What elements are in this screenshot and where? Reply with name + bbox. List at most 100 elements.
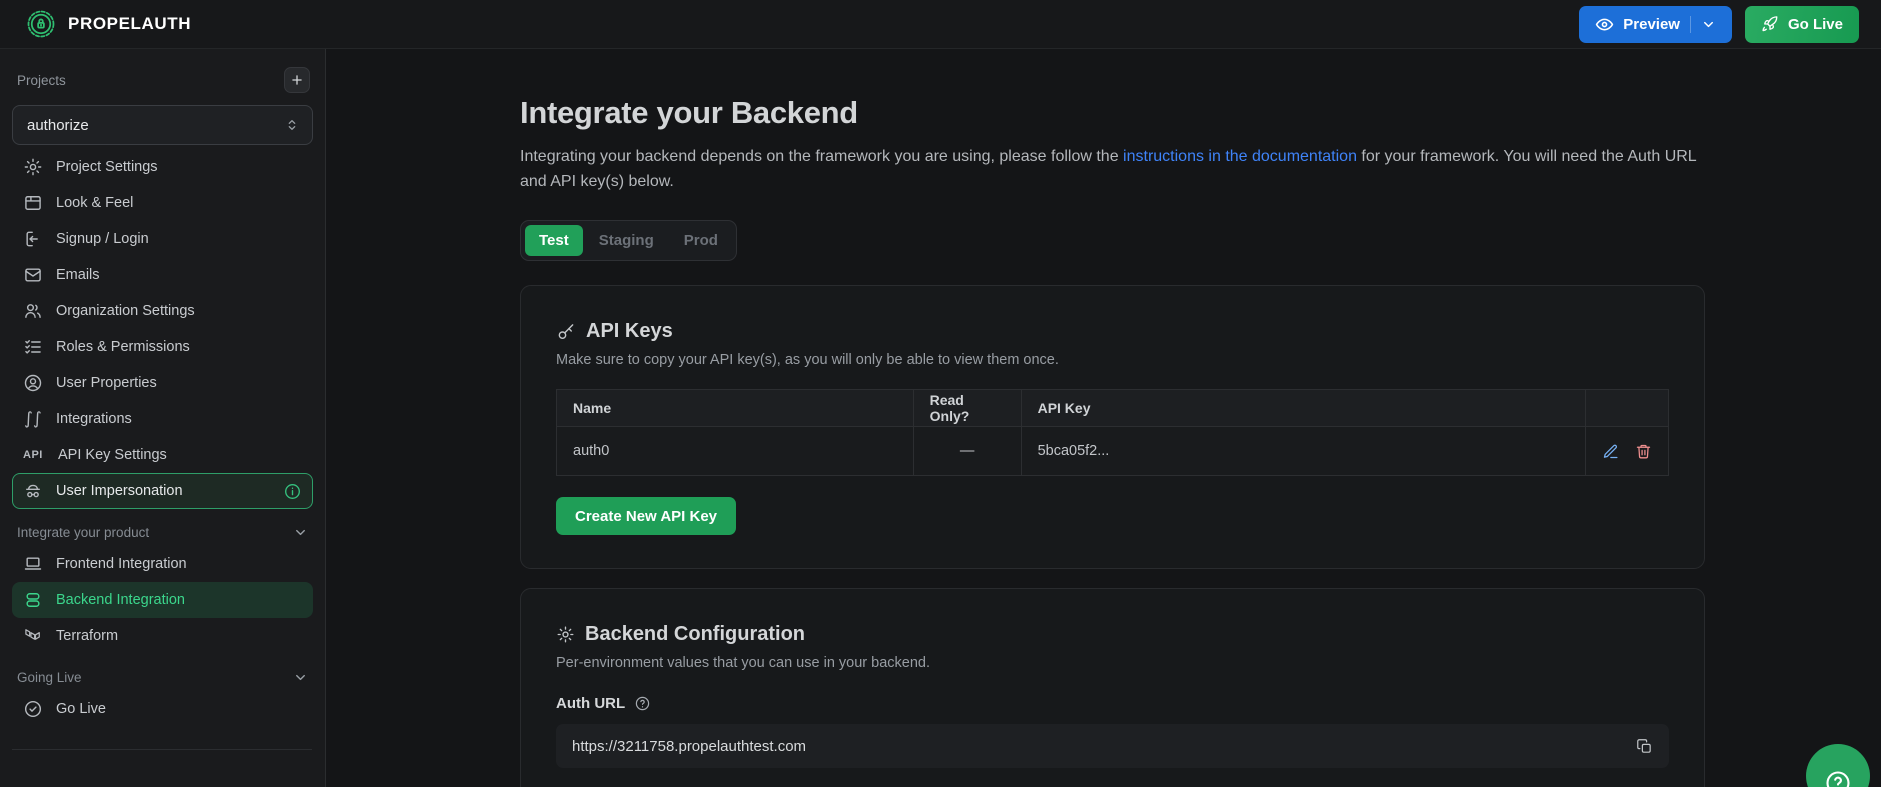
auth-url-field[interactable]: https://3211758.propelauthtest.com <box>556 724 1669 768</box>
api-keys-title: API Keys <box>586 320 673 343</box>
backend-config-title: Backend Configuration <box>585 623 805 646</box>
add-project-button[interactable] <box>284 67 310 93</box>
sidebar-item-label: Organization Settings <box>56 303 195 319</box>
users-icon <box>23 301 43 321</box>
integral-icon: ∫∫ <box>23 409 43 429</box>
sidebar-item-user-impersonation[interactable]: User Impersonation <box>12 473 313 509</box>
sidebar-item-organization-settings[interactable]: Organization Settings <box>12 293 313 329</box>
copy-auth-url-button[interactable] <box>1636 738 1653 755</box>
sidebar-item-label: Go Live <box>56 701 106 717</box>
sidebar-item-integrations[interactable]: ∫∫ Integrations <box>12 401 313 437</box>
sidebar-item-label: Frontend Integration <box>56 556 187 572</box>
user-circle-icon <box>23 373 43 393</box>
going-live-menu: Go Live <box>12 691 313 727</box>
delete-key-button[interactable] <box>1635 443 1652 460</box>
key-icon <box>556 322 576 342</box>
page-title: Integrate your Backend <box>520 95 1705 131</box>
sidebar-item-label: Signup / Login <box>56 231 149 247</box>
go-live-label: Go Live <box>1788 16 1843 33</box>
sidebar-item-backend-integration[interactable]: Backend Integration <box>12 582 313 618</box>
documentation-link[interactable]: instructions in the documentation <box>1123 148 1357 165</box>
cell-api-key: 5bca05f2... <box>1021 427 1585 476</box>
auth-url-value: https://3211758.propelauthtest.com <box>572 738 806 755</box>
sidebar-item-label: Project Settings <box>56 159 158 175</box>
question-circle-icon <box>1824 757 1852 787</box>
section-integrate-your-product[interactable]: Integrate your product <box>17 525 308 540</box>
chevron-down-icon <box>293 525 308 540</box>
sidebar-item-signup-login[interactable]: Signup / Login <box>12 221 313 257</box>
cell-read-only: — <box>913 427 1021 476</box>
projects-label: Projects <box>17 73 66 88</box>
sidebar-item-label: Backend Integration <box>56 592 185 608</box>
sidebar-item-project-settings[interactable]: Project Settings <box>12 149 313 185</box>
sidebar-item-api-key-settings[interactable]: API API Key Settings <box>12 437 313 473</box>
sidebar-item-user-properties[interactable]: User Properties <box>12 365 313 401</box>
check-circle-icon <box>23 699 43 719</box>
sidebar-item-roles-permissions[interactable]: Roles & Permissions <box>12 329 313 365</box>
sidebar-item-look-and-feel[interactable]: Look & Feel <box>12 185 313 221</box>
tab-staging[interactable]: Staging <box>585 225 668 256</box>
column-header-name: Name <box>557 390 914 427</box>
auth-url-label-row: Auth URL <box>556 695 1669 712</box>
topbar: PROPELAUTH Preview <box>0 0 1881 49</box>
brand: PROPELAUTH <box>26 9 191 39</box>
chevron-down-icon <box>1701 17 1716 32</box>
gear-icon <box>556 625 575 644</box>
sidebar-menu: Project Settings Look & Feel Signup / Lo… <box>12 149 313 509</box>
window-icon <box>23 193 43 213</box>
backend-configuration-card: Backend Configuration Per-environment va… <box>520 588 1705 787</box>
api-keys-title-row: API Keys <box>556 320 1669 343</box>
column-header-actions <box>1586 390 1669 427</box>
help-circle-icon[interactable] <box>634 695 651 712</box>
plus-icon <box>290 73 304 87</box>
preview-label: Preview <box>1623 16 1680 33</box>
disguise-icon <box>23 481 43 501</box>
go-live-button[interactable]: Go Live <box>1745 6 1859 43</box>
create-new-api-key-button[interactable]: Create New API Key <box>556 497 736 535</box>
integrate-menu: Frontend Integration Backend Integration… <box>12 546 313 654</box>
section-going-live[interactable]: Going Live <box>17 670 308 685</box>
sidebar-item-label: Integrations <box>56 411 132 427</box>
mail-icon <box>23 265 43 285</box>
gear-icon <box>23 157 43 177</box>
sidebar-item-go-live[interactable]: Go Live <box>12 691 313 727</box>
environment-tabs: Test Staging Prod <box>520 220 737 261</box>
tab-test[interactable]: Test <box>525 225 583 256</box>
tab-prod[interactable]: Prod <box>670 225 732 256</box>
brand-name: PROPELAUTH <box>68 14 191 34</box>
cell-actions <box>1586 427 1669 476</box>
eye-icon <box>1595 15 1614 34</box>
propelauth-logo-icon <box>26 9 56 39</box>
sidebar-item-label: Look & Feel <box>56 195 133 211</box>
sidebar-item-emails[interactable]: Emails <box>12 257 313 293</box>
sidebar-item-terraform[interactable]: Terraform <box>12 618 313 654</box>
sidebar-item-label: Emails <box>56 267 100 283</box>
auth-url-label: Auth URL <box>556 695 625 712</box>
edit-key-button[interactable] <box>1602 443 1619 460</box>
sidebar-item-label: User Properties <box>56 375 157 391</box>
info-icon[interactable] <box>283 482 302 501</box>
terraform-icon <box>23 626 43 646</box>
chevron-down-icon <box>293 670 308 685</box>
project-select[interactable]: authorize <box>12 105 313 145</box>
cell-key-name: auth0 <box>557 427 914 476</box>
api-keys-table: Name Read Only? API Key auth0 — 5bca05f2… <box>556 389 1669 476</box>
main-content: Integrate your Backend Integrating your … <box>327 49 1881 787</box>
login-icon <box>23 229 43 249</box>
api-text-icon: API <box>23 449 45 461</box>
intro-before: Integrating your backend depends on the … <box>520 148 1123 165</box>
sidebar-item-frontend-integration[interactable]: Frontend Integration <box>12 546 313 582</box>
intro-text: Integrating your backend depends on the … <box>520 144 1705 194</box>
sidebar: Projects authorize Project Settings <box>0 49 326 787</box>
checklist-icon <box>23 337 43 357</box>
sidebar-item-label: Terraform <box>56 628 118 644</box>
column-header-read-only: Read Only? <box>913 390 1021 427</box>
api-keys-subtitle: Make sure to copy your API key(s), as yo… <box>556 352 1669 368</box>
sidebar-item-label: API Key Settings <box>58 447 167 463</box>
preview-divider <box>1690 16 1691 33</box>
table-row: auth0 — 5bca05f2... <box>557 427 1669 476</box>
projects-header: Projects <box>12 67 313 93</box>
preview-button[interactable]: Preview <box>1579 6 1732 43</box>
rocket-icon <box>1761 15 1779 33</box>
api-keys-card: API Keys Make sure to copy your API key(… <box>520 285 1705 569</box>
